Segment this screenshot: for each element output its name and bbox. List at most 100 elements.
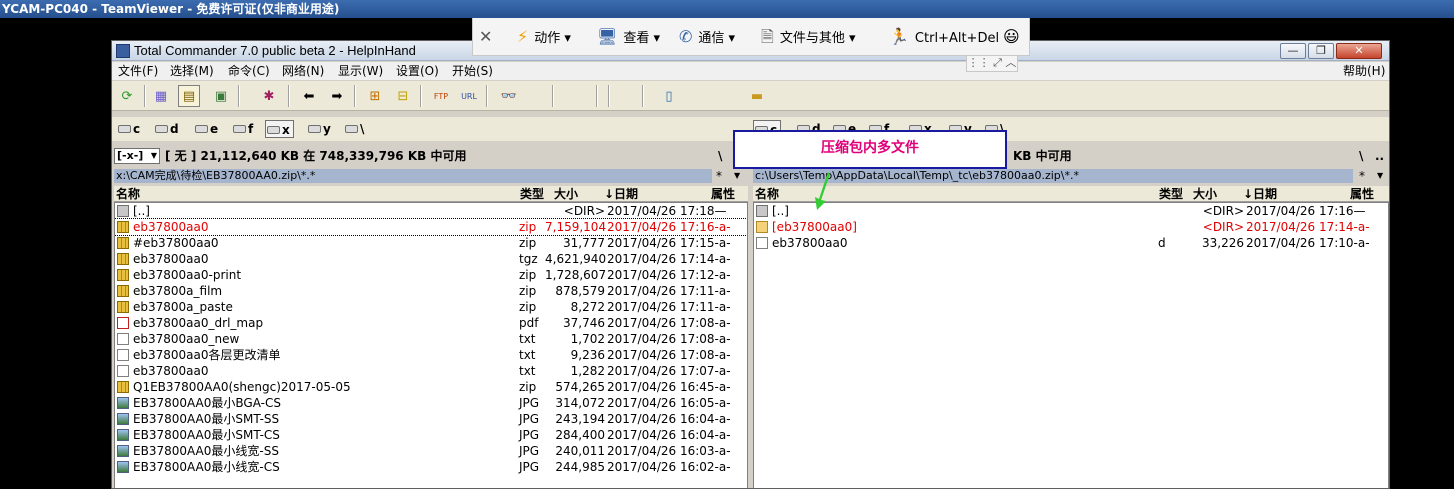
- left-file-row[interactable]: EB37800AA0最小BGA-CS JPG 314,072 2017/04/26 1…: [115, 395, 747, 411]
- menu-commands[interactable]: 命令(C): [228, 62, 270, 80]
- right-filter-star[interactable]: *: [1359, 169, 1365, 183]
- right-history-dropdown-icon[interactable]: ▼: [1377, 171, 1383, 180]
- file-name: #eb37800aa0: [133, 236, 219, 250]
- menu-select[interactable]: 选择(M): [170, 62, 214, 80]
- ftp-connect-icon[interactable]: FTP: [430, 85, 452, 107]
- right-free-space: KB 中可用: [1013, 149, 1072, 163]
- unpack-files-icon[interactable]: ⊟: [392, 85, 414, 107]
- file-type: txt: [519, 348, 536, 362]
- image-icon: [117, 413, 129, 425]
- file-name: eb37800aa0_new: [133, 332, 240, 346]
- right-path-bar[interactable]: c:\Users\Temp\AppData\Local\Temp\_tc\eb3…: [753, 169, 1353, 183]
- tv-view-menu[interactable]: 🖥 查看 ▾: [597, 18, 660, 56]
- right-col-name[interactable]: 名称: [755, 186, 779, 202]
- full-view-icon[interactable]: ▤: [178, 85, 200, 107]
- left-file-row[interactable]: EB37800AA0最小线宽-CS JPG 244,985 2017/04/26 16…: [115, 459, 747, 475]
- left-file-row[interactable]: EB37800AA0最小SMT-SS JPG 243,194 2017/04/26 1…: [115, 411, 747, 427]
- invert-selection-icon[interactable]: ✱: [258, 85, 280, 107]
- left-file-row[interactable]: eb37800aa0_new txt 1,702 2017/04/26 17:08-a…: [115, 331, 747, 347]
- right-root-button[interactable]: \: [1359, 147, 1363, 165]
- menu-net[interactable]: 网络(N): [282, 62, 324, 80]
- drive-button-c[interactable]: c: [117, 120, 140, 138]
- drive-button-x[interactable]: x: [265, 120, 294, 138]
- left-path-bar[interactable]: x:\CAM完成\待检\EB37800AA0.zip\*.*: [114, 169, 712, 183]
- left-file-row[interactable]: eb37800aa0 tgz 4,621,940 2017/04/26 17:14-a…: [115, 251, 747, 267]
- file-date: 2017/04/26 17:18—: [607, 204, 727, 218]
- close-connection-icon[interactable]: ✕: [479, 18, 492, 56]
- archive-icon: [117, 301, 129, 313]
- left-col-type[interactable]: 类型: [520, 186, 544, 202]
- drive-button-e[interactable]: e: [194, 120, 218, 138]
- file-name: [eb37800aa0]: [772, 220, 857, 234]
- drive-button-f[interactable]: f: [232, 120, 253, 138]
- forward-arrow-icon[interactable]: ➡: [326, 85, 348, 107]
- pack-files-icon[interactable]: ⊞: [364, 85, 386, 107]
- left-file-row[interactable]: eb37800aa0 txt 1,282 2017/04/26 17:07-a-: [115, 363, 747, 379]
- teamviewer-toolbar-handle[interactable]: ⋮⋮ ⤢ ︿: [966, 56, 1018, 72]
- left-col-date[interactable]: ↓日期: [604, 186, 638, 202]
- left-file-row[interactable]: Q1EB37800AA0(shengc)2017-05-05 zip 574,265…: [115, 379, 747, 395]
- left-file-row[interactable]: EB37800AA0最小SMT-CS JPG 284,400 2017/04/26 1…: [115, 427, 747, 443]
- left-file-row[interactable]: eb37800aa0_drl_map pdf 37,746 2017/04/26 17…: [115, 315, 747, 331]
- back-arrow-icon[interactable]: ⬅: [298, 85, 320, 107]
- left-filter-star[interactable]: *: [716, 169, 722, 183]
- left-root-button[interactable]: \: [718, 147, 722, 165]
- right-file-list[interactable]: [..] <DIR> 2017/04/26 17:16— [eb37800aa0] <D…: [753, 202, 1389, 488]
- right-parent-button[interactable]: ..: [1375, 147, 1384, 165]
- menu-help[interactable]: 帮助(H): [1343, 62, 1385, 80]
- find-files-binoculars-icon[interactable]: 👓: [498, 85, 520, 107]
- right-col-size[interactable]: 大小: [1193, 186, 1217, 202]
- left-file-row[interactable]: eb37800a_film zip 878,579 2017/04/26 17:11-…: [115, 283, 747, 299]
- tv-communicate-menu[interactable]: ✆ 通信 ▾: [679, 18, 735, 56]
- minimize-button[interactable]: —: [1280, 43, 1306, 59]
- tv-ctrl-alt-del-button[interactable]: 🏃 Ctrl+Alt+Del: [889, 18, 999, 56]
- left-drive-dropdown[interactable]: [-x-] ▼: [114, 148, 160, 164]
- tv-action-menu[interactable]: ⚡ 动作 ▾: [517, 18, 571, 56]
- menu-file[interactable]: 文件(F): [118, 62, 158, 80]
- right-file-row[interactable]: [..] <DIR> 2017/04/26 17:16—: [754, 203, 1388, 219]
- file-size: 240,011: [555, 444, 605, 458]
- feedback-smiley-icon[interactable]: 😃: [1003, 18, 1020, 56]
- file-date: 2017/04/26 16:04-a-: [607, 412, 731, 426]
- folder-icon[interactable]: ▬: [746, 85, 768, 107]
- document-icon: [756, 237, 768, 249]
- left-history-dropdown-icon[interactable]: ▼: [734, 171, 740, 180]
- image-icon: [117, 445, 129, 457]
- drive-button-d[interactable]: d: [154, 120, 179, 138]
- menu-config[interactable]: 设置(O): [396, 62, 439, 80]
- left-col-attr[interactable]: 属性: [711, 186, 735, 202]
- url-connect-icon[interactable]: URL: [458, 85, 480, 107]
- left-col-name[interactable]: 名称: [116, 186, 140, 202]
- right-col-attr[interactable]: 属性: [1350, 186, 1374, 202]
- left-file-row[interactable]: eb37800aa0各层更改清单 txt 9,236 2017/04/26 17:08…: [115, 347, 747, 363]
- menu-start[interactable]: 开始(S): [452, 62, 493, 80]
- left-file-row[interactable]: EB37800AA0最小线宽-SS JPG 240,011 2017/04/26 16…: [115, 443, 747, 459]
- right-file-row[interactable]: [eb37800aa0] <DIR> 2017/04/26 17:14-a-: [754, 219, 1388, 235]
- left-file-list[interactable]: [..] <DIR> 2017/04/26 17:18— eb37800aa0 zip 7…: [114, 202, 748, 488]
- menu-show[interactable]: 显示(W): [338, 62, 383, 80]
- thumbnail-view-icon[interactable]: ▣: [210, 85, 232, 107]
- left-file-row[interactable]: eb37800a_paste zip 8,272 2017/04/26 17:11-a…: [115, 299, 747, 315]
- left-file-row[interactable]: eb37800aa0-print zip 1,728,607 2017/04/26 1…: [115, 267, 747, 283]
- toolbar-separator: [642, 85, 644, 107]
- left-file-row[interactable]: #eb37800aa0 zip 31,777 2017/04/26 17:15-a-: [115, 235, 747, 251]
- right-col-type[interactable]: 类型: [1159, 186, 1183, 202]
- drive-button-network[interactable]: \: [344, 120, 364, 138]
- close-button[interactable]: ✕: [1336, 43, 1382, 59]
- archive-icon: [117, 269, 129, 281]
- tv-files-menu[interactable]: 🗎 文件与其他 ▾: [761, 18, 856, 56]
- left-file-row[interactable]: eb37800aa0 zip 7,159,104 2017/04/26 17:16-a…: [115, 218, 747, 236]
- tc-window-title: Total Commander 7.0 public beta 2 - Help…: [134, 43, 416, 58]
- document-icon: [117, 349, 129, 361]
- maximize-button[interactable]: ❐: [1308, 43, 1334, 59]
- file-date: 2017/04/26 17:08-a-: [607, 348, 731, 362]
- left-file-row[interactable]: [..] <DIR> 2017/04/26 17:18—: [115, 203, 747, 219]
- file-transfer-icon: 🗎: [761, 27, 774, 46]
- brief-view-icon[interactable]: ▦: [150, 85, 172, 107]
- left-col-size[interactable]: 大小: [554, 186, 578, 202]
- right-col-date[interactable]: ↓日期: [1243, 186, 1277, 202]
- notepad-icon[interactable]: ▯: [658, 85, 680, 107]
- drive-button-y[interactable]: y: [307, 120, 331, 138]
- refresh-icon[interactable]: ⟳: [116, 85, 138, 107]
- right-file-row[interactable]: eb37800aa0 d 33,226 2017/04/26 17:10-a-: [754, 235, 1388, 251]
